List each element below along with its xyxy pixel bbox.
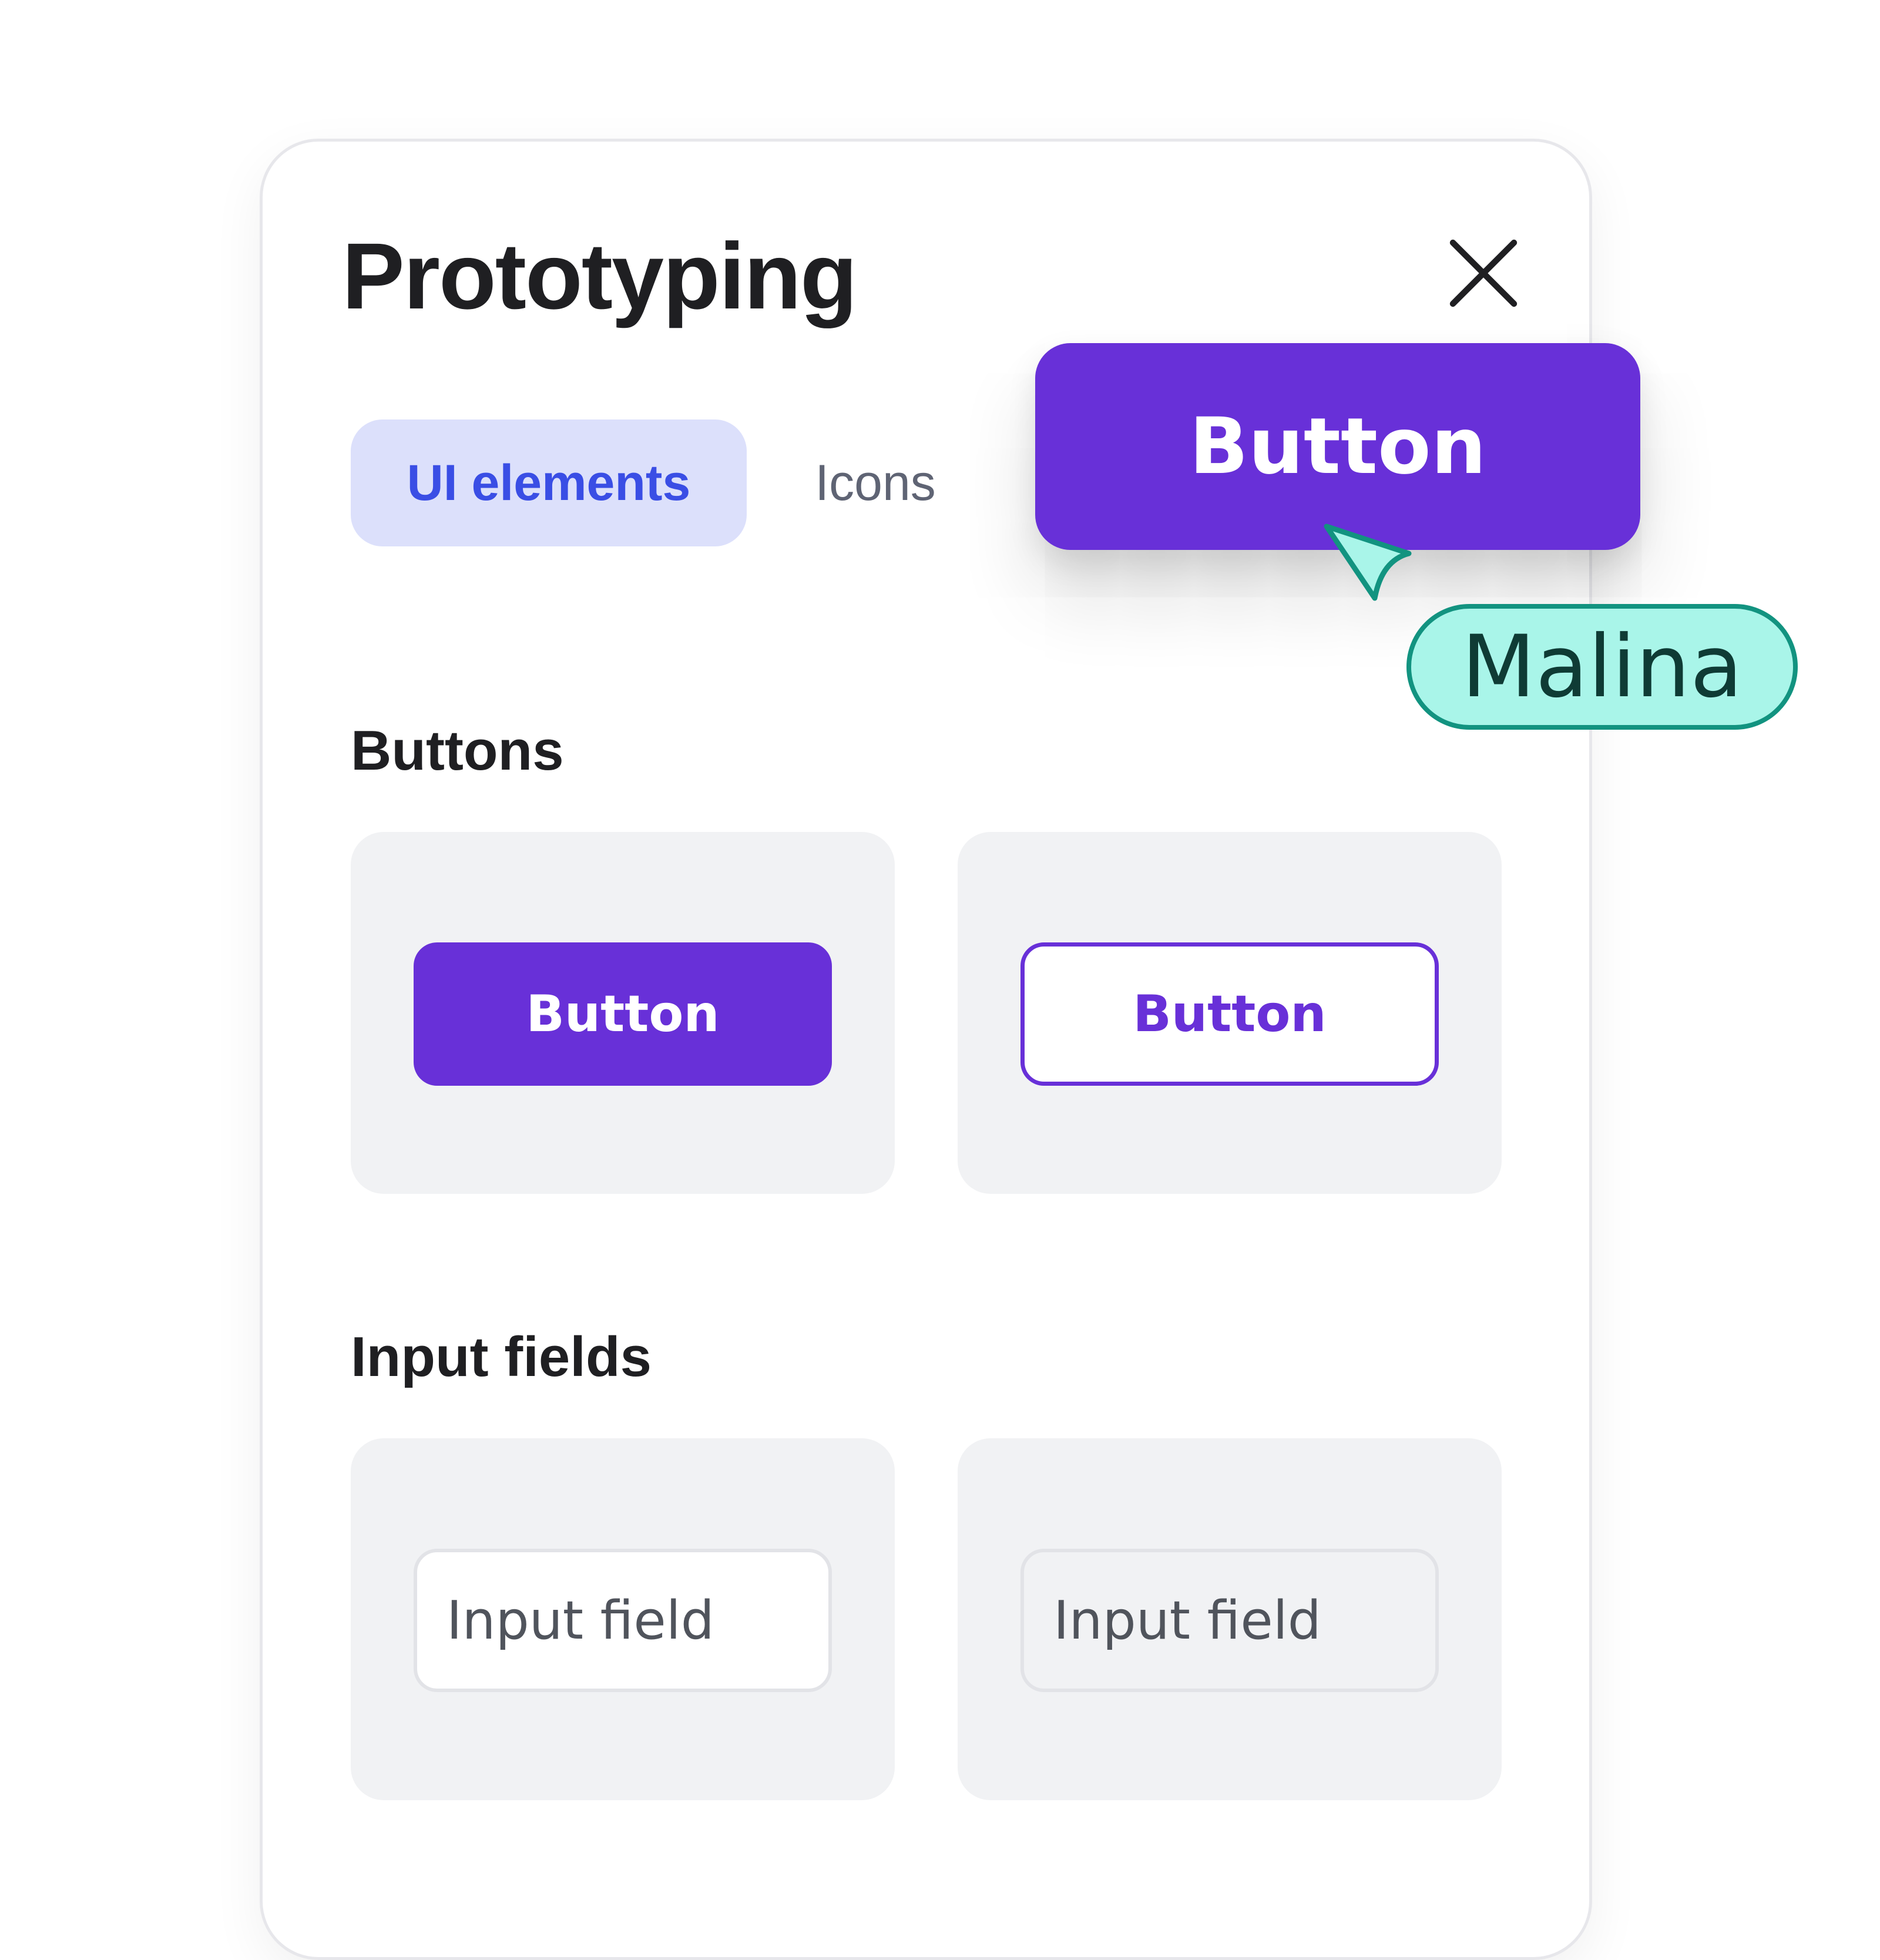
filled-button[interactable]: Button bbox=[414, 942, 832, 1086]
tab-icons[interactable]: Icons bbox=[799, 419, 952, 546]
panel-title: Prototyping bbox=[342, 223, 858, 328]
input-fields-section-label: Input fields bbox=[351, 1325, 652, 1388]
tab-ui-elements[interactable]: UI elements bbox=[351, 419, 747, 546]
close-button[interactable] bbox=[1445, 235, 1522, 311]
grey-input-field[interactable] bbox=[1020, 1549, 1439, 1692]
close-icon bbox=[1449, 239, 1518, 307]
cursor-arrow-icon bbox=[1324, 523, 1412, 601]
collaborator-cursor bbox=[1316, 517, 1422, 617]
white-input-field[interactable] bbox=[414, 1549, 832, 1692]
buttons-section-label: Buttons bbox=[351, 719, 564, 782]
outline-button[interactable]: Button bbox=[1020, 942, 1439, 1086]
collaborator-name-tag: Malina bbox=[1406, 604, 1798, 730]
